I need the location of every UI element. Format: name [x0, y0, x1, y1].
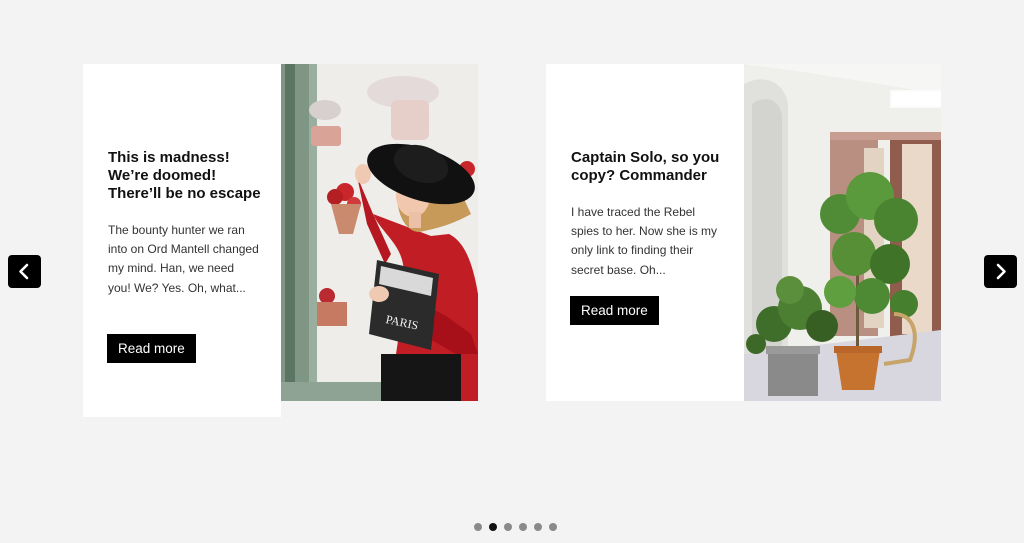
slide-excerpt: The bounty hunter we ran into on Ord Man…: [108, 223, 259, 295]
prev-slide-button[interactable]: [8, 255, 41, 288]
pagination-dot-6[interactable]: [549, 523, 557, 531]
slide-image-plants-room: [744, 64, 941, 401]
read-more-button[interactable]: Read more: [107, 334, 196, 363]
slide-image-woman-red-coat: PARIS: [281, 64, 478, 401]
slide-title: Captain Solo, so you copy? Commander: [571, 149, 720, 184]
next-slide-button[interactable]: [984, 255, 1017, 288]
slide-title: This is madness! We’re doomed! There’ll …: [108, 149, 261, 202]
chevron-left-icon: [19, 263, 29, 280]
room-plants-photo: [744, 64, 941, 401]
pagination-dot-1[interactable]: [474, 523, 482, 531]
slide-card-1: This is madness! We’re doomed! There’ll …: [83, 64, 281, 417]
read-more-button[interactable]: Read more: [570, 296, 659, 325]
woman-red-coat-photo: PARIS: [281, 64, 478, 401]
pagination-dot-3[interactable]: [504, 523, 512, 531]
pagination-dot-2[interactable]: [489, 523, 497, 531]
pagination-dot-4[interactable]: [519, 523, 527, 531]
chevron-right-icon: [996, 263, 1006, 280]
pagination-dot-5[interactable]: [534, 523, 542, 531]
slide-excerpt: I have traced the Rebel spies to her. No…: [571, 205, 718, 277]
carousel-pagination: [474, 523, 557, 531]
slide-card-2: Captain Solo, so you copy? Commander I h…: [546, 64, 744, 401]
